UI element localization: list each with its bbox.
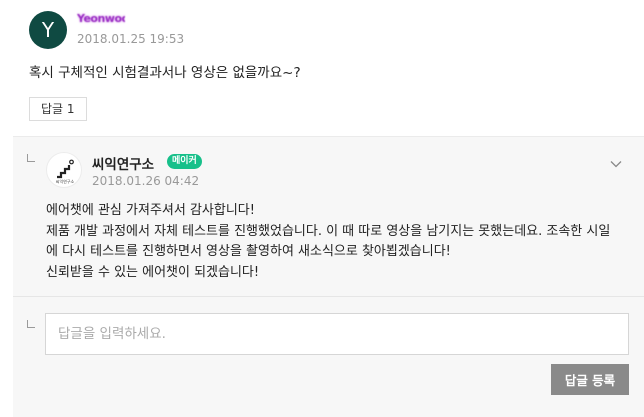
comment-text: 혹시 구체적인 시험결과서나 영상은 없을까요~? [29, 65, 301, 81]
reply-input[interactable] [45, 313, 629, 355]
reply-date: 2018.01.26 04:42 [92, 174, 200, 188]
reply-text-line: 에어챗에 관심 가져주셔서 감사합니다! [46, 203, 255, 218]
reply-author-name[interactable]: 씨익연구소 [92, 153, 154, 173]
maker-badge: 메이커 [167, 154, 202, 169]
divider [13, 296, 644, 297]
avatar[interactable]: Y [29, 11, 67, 49]
comment-author-name[interactable]: Yeonwoo [77, 12, 125, 27]
reply-indent-icon [27, 154, 35, 162]
reply-text-line: 에 다시 테스트를 진행하면서 영상을 촬영하여 새소식으로 찾아뵙겠습니다! [46, 244, 451, 259]
chevron-down-icon[interactable] [609, 156, 623, 170]
stairs-logo-icon: 씨익연구소 [56, 159, 75, 184]
submit-reply-button[interactable]: 답글 등록 [551, 364, 629, 395]
reply-text-line: 제품 개발 과정에서 자체 테스트를 진행했었습니다. 이 때 따로 영상을 남… [46, 223, 611, 239]
reply-count-button[interactable]: 답글 1 [29, 97, 87, 121]
comment-date: 2018.01.25 19:53 [77, 32, 185, 46]
comment: Y Yeonwoo 2018.01.25 19:53 혹시 구체적인 시험결과서… [0, 0, 644, 136]
maker-logo[interactable]: 씨익연구소 [46, 152, 82, 188]
reply-text-line: 신뢰받을 수 있는 에어챗이 되겠습니다! [46, 264, 260, 280]
reply-text: 에어챗에 관심 가져주셔서 감사합니다! 제품 개발 과정에서 자체 테스트를 … [46, 201, 638, 283]
reply-section: 씨익연구소 씨익연구소 메이커 2018.01.26 04:42 에어챗에 관심… [13, 136, 644, 417]
reply-indent-icon [27, 320, 35, 328]
logo-caption: 씨익연구소 [56, 178, 75, 184]
